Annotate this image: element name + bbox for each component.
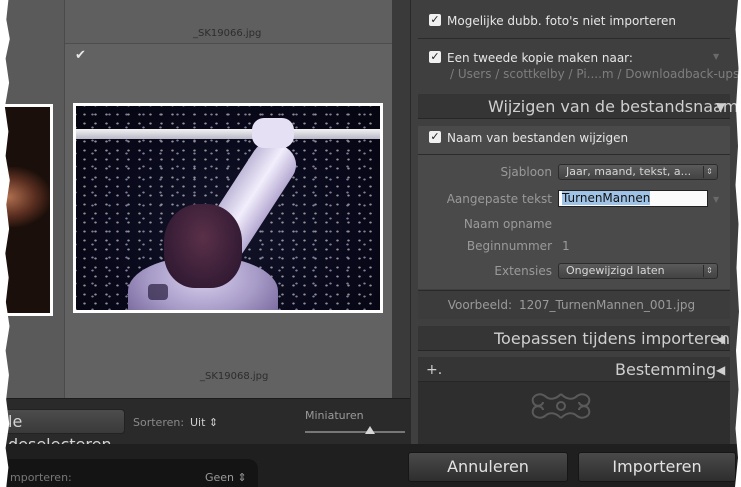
extensions-label: Extensies [494, 264, 552, 278]
lightroom-import-window: _SK19066.jpg ✔ _SK19068.jpg le deselecte… [0, 0, 741, 487]
panel-end-ornament-icon [531, 393, 591, 419]
rename-section-title[interactable]: Wijzigen van de bestandsnaam [488, 97, 738, 116]
divider [418, 38, 730, 39]
start-number-label: Beginnummer [466, 239, 552, 253]
import-button[interactable]: Importeren [578, 452, 736, 482]
expand-triangle-icon[interactable]: ◀ [716, 332, 725, 346]
select-arrows-icon: ⇕ [703, 166, 715, 178]
collapse-triangle-icon[interactable]: ▼ [716, 100, 725, 114]
photo-image [76, 106, 380, 310]
preview-label: Voorbeeld: [447, 298, 512, 312]
extensions-value: Ongewijzigd laten [566, 264, 665, 277]
horizontal-bar [76, 129, 380, 139]
photo-thumbnail-main[interactable] [73, 103, 383, 313]
custom-text-value: TurnenMannen [562, 191, 651, 205]
second-copy-dropdown-icon[interactable]: ▼ [713, 52, 719, 61]
import-preset-label: mporteren: [10, 471, 72, 484]
template-value: Jaar, maand, tekst, a... [566, 165, 692, 178]
divider [418, 154, 730, 155]
start-number-value[interactable]: 1 [562, 239, 570, 253]
thumbnail-size-slider[interactable] [305, 431, 405, 433]
gymnast-hand [252, 118, 294, 148]
thumbnails-label: Miniaturen [305, 409, 364, 422]
second-copy-path[interactable]: / Users / scottkelby / Pi....m / Downloa… [450, 67, 739, 81]
photo-thumbnail-left[interactable] [0, 104, 53, 316]
filename-bottom: _SK19068.jpg [200, 371, 269, 382]
grid-cell-left[interactable] [0, 0, 65, 398]
template-label: Sjabloon [500, 165, 552, 179]
custom-text-dropdown-icon[interactable]: ▼ [713, 195, 719, 204]
slider-thumb-icon[interactable] [365, 426, 375, 434]
import-preset-select[interactable]: Geen ⇕ [205, 471, 247, 484]
deselect-all-button[interactable]: le deselecteren [0, 409, 125, 454]
extensions-select[interactable]: Ongewijzigd laten ⇕ [558, 263, 718, 279]
sort-label: Sorteren: [133, 416, 185, 429]
duplicates-label: Mogelijke dubb. foto's niet importeren [447, 14, 676, 28]
photo-grid: _SK19066.jpg ✔ _SK19068.jpg [0, 0, 392, 398]
gymnast-head [164, 204, 242, 288]
second-copy-checkbox[interactable]: ✓ [429, 51, 441, 63]
second-copy-label: Een tweede kopie maken naar: [447, 51, 633, 65]
shoot-name-label: Naam opname [463, 217, 552, 231]
preview-value: 1207_TurnenMannen_001.jpg [519, 298, 696, 312]
custom-text-label: Aangepaste tekst [446, 192, 552, 206]
add-destination-icon[interactable]: +. [426, 362, 442, 378]
custom-text-input[interactable]: TurnenMannen [558, 190, 708, 207]
filename-top: _SK19066.jpg [193, 28, 262, 39]
destination-section-title[interactable]: Bestemming [615, 360, 716, 379]
photo-checkbox[interactable]: ✔ [75, 49, 88, 62]
rename-checkbox[interactable]: ✓ [429, 131, 441, 143]
apply-section-title[interactable]: Toepassen tijdens importeren [494, 329, 730, 348]
cancel-button[interactable]: Annuleren [408, 452, 568, 482]
sort-select[interactable]: Uit ⇕ [190, 416, 218, 429]
expand-triangle-icon[interactable]: ◀ [716, 363, 725, 377]
select-arrows-icon: ⇕ [703, 265, 715, 277]
duplicates-checkbox[interactable]: ✓ [429, 14, 441, 26]
gymnast-tattoo [148, 284, 168, 300]
template-select[interactable]: Jaar, maand, tekst, a... ⇕ [558, 164, 718, 180]
rename-label: Naam van bestanden wijzigen [447, 131, 629, 145]
